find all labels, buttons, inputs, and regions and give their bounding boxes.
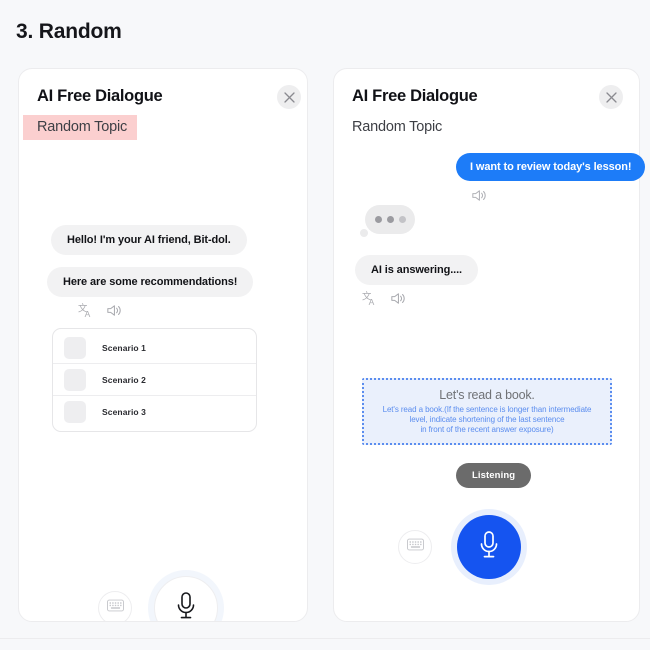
ai-message-bubble: Hello! I'm your AI friend, Bit-dol.	[51, 225, 247, 255]
left-card-title: AI Free Dialogue	[37, 87, 163, 105]
speaker-icon[interactable]	[470, 187, 487, 204]
status-badge-listening: Listening	[456, 463, 532, 488]
list-item[interactable]: Scenario 1	[53, 332, 256, 364]
speaker-icon[interactable]	[389, 290, 406, 307]
message-action-row: 文 A	[78, 302, 122, 319]
list-item[interactable]: Scenario 3	[53, 396, 256, 428]
ai-message-bubble: Here are some recommendations!	[47, 267, 254, 297]
prompt-sub-line-3: in front of the recent answer exposure)	[420, 424, 554, 434]
scenario-label: Scenario 2	[102, 374, 146, 385]
typing-dot	[386, 216, 394, 223]
scenario-thumbnail	[64, 368, 86, 391]
microphone-button[interactable]	[457, 515, 521, 579]
topic-label: Random Topic	[352, 119, 443, 135]
close-button[interactable]	[599, 85, 623, 109]
page-title: 3. Random	[16, 20, 122, 43]
scenario-thumbnail	[64, 336, 86, 359]
speaker-icon[interactable]	[105, 302, 122, 319]
scenario-list: Scenario 1 Scenario 2 Scenario 3	[52, 328, 257, 432]
prompt-sub-line-2: level, indicate shortening of the last s…	[409, 414, 565, 424]
list-item[interactable]: Scenario 2	[53, 364, 256, 396]
bottom-divider	[0, 638, 650, 639]
prompt-annotation-box: Let's read a book. Let's read a book.(If…	[362, 378, 612, 446]
translate-icon[interactable]: 文 A	[78, 302, 95, 319]
typing-indicator	[360, 205, 415, 237]
microphone-icon	[476, 530, 502, 565]
svg-text:A: A	[369, 297, 375, 307]
ai-message-action-row: 文 A	[362, 290, 406, 307]
ai-message-bubble: AI is answering....	[355, 255, 479, 285]
translate-icon[interactable]: 文 A	[362, 290, 379, 307]
typing-dot	[398, 216, 406, 223]
right-card-title: AI Free Dialogue	[352, 87, 478, 105]
keyboard-toggle-button[interactable]	[398, 530, 432, 564]
left-dialogue-card: AI Free Dialogue Random Topic Hello! I'm…	[18, 68, 308, 622]
prompt-main-text: Let's read a book.	[439, 388, 535, 402]
user-message-bubble: I want to review today's lesson!	[456, 153, 646, 181]
prompt-sub-line-1: Let's read a book.(If the sentence is lo…	[382, 405, 592, 414]
scenario-label: Scenario 1	[102, 342, 146, 353]
close-icon	[283, 91, 295, 103]
topic-label-highlighted: Random Topic	[23, 115, 138, 140]
keyboard-icon	[106, 599, 124, 617]
keyboard-toggle-button[interactable]	[98, 591, 132, 621]
scenario-label: Scenario 3	[102, 407, 146, 417]
close-icon	[605, 91, 617, 103]
user-message-action-row	[470, 187, 487, 204]
close-button[interactable]	[277, 85, 301, 109]
microphone-icon	[173, 591, 199, 622]
keyboard-icon	[406, 538, 424, 556]
svg-text:A: A	[85, 309, 91, 319]
microphone-button[interactable]	[154, 576, 218, 622]
typing-dot	[374, 216, 382, 223]
scenario-thumbnail	[64, 401, 86, 423]
